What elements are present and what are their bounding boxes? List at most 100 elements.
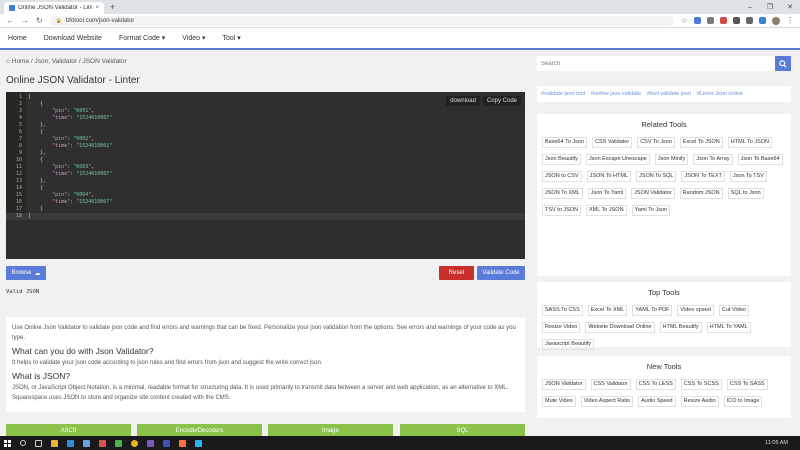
top-tool-link[interactable]: HTML Beautify bbox=[659, 322, 702, 333]
task-view-icon[interactable] bbox=[35, 439, 42, 447]
related-tool-link[interactable]: Base64 To Json bbox=[542, 137, 588, 148]
extension-icon[interactable] bbox=[707, 17, 714, 24]
new-tool-link[interactable]: CSS To LESS bbox=[635, 379, 676, 390]
extension-icon[interactable] bbox=[733, 17, 740, 24]
store-icon[interactable] bbox=[83, 439, 90, 447]
windows-start-icon[interactable] bbox=[4, 439, 11, 447]
minimize-button[interactable]: – bbox=[740, 0, 760, 14]
extension-icon[interactable] bbox=[759, 17, 766, 24]
new-tool-link[interactable]: JSON Validator bbox=[542, 379, 586, 390]
tag-link[interactable]: #online json validate bbox=[591, 91, 641, 97]
new-tool-link[interactable]: ICO to Image bbox=[723, 396, 763, 407]
search-button[interactable] bbox=[775, 56, 791, 71]
related-tool-link[interactable]: Json Beautify bbox=[542, 154, 582, 165]
related-tool-link[interactable]: XML To JSON bbox=[586, 205, 627, 216]
top-tool-link[interactable]: HTML To YAML bbox=[706, 322, 751, 333]
app-icon[interactable] bbox=[163, 439, 170, 447]
related-tool-link[interactable]: Json Escape Unescape bbox=[586, 154, 650, 165]
edge-icon[interactable] bbox=[67, 439, 74, 447]
star-icon[interactable]: ☆ bbox=[681, 16, 688, 25]
top-tool-link[interactable]: Excel To XML bbox=[587, 305, 628, 316]
chrome-icon[interactable] bbox=[131, 439, 138, 447]
puzzle-icon[interactable] bbox=[746, 17, 753, 24]
related-tool-link[interactable]: TSV to JSON bbox=[542, 205, 582, 216]
menu-dots-icon[interactable]: ⋮ bbox=[786, 16, 794, 25]
search-icon[interactable] bbox=[20, 440, 26, 446]
nav-video[interactable]: Video ▾ bbox=[182, 34, 205, 42]
search-input[interactable] bbox=[537, 56, 775, 71]
app-icon[interactable] bbox=[147, 439, 154, 447]
copy-code-button[interactable]: Copy Code bbox=[482, 96, 521, 106]
forward-arrow-icon[interactable]: → bbox=[21, 16, 29, 25]
related-tool-link[interactable]: Random JSON bbox=[679, 188, 723, 199]
json-value: "0004" bbox=[73, 192, 92, 198]
related-tool-link[interactable]: Json To Array bbox=[693, 154, 733, 165]
nav-format-code[interactable]: Format Code ▾ bbox=[119, 34, 165, 42]
related-tool-link[interactable]: HTML To JSON bbox=[727, 137, 772, 148]
top-tool-link[interactable]: SASS To CSS bbox=[542, 305, 583, 316]
ascii-button[interactable]: ASCII bbox=[6, 424, 131, 436]
new-tool-link[interactable]: Video Aspect Ratio bbox=[580, 396, 634, 407]
top-tool-link[interactable]: YAML To PDF bbox=[632, 305, 673, 316]
app-icon[interactable] bbox=[115, 439, 122, 447]
nav-download-website[interactable]: Download Website bbox=[44, 35, 102, 42]
top-tool-link[interactable]: Javascript Beautify bbox=[542, 339, 595, 350]
code-line: 11 "pin": "0003", bbox=[6, 164, 525, 171]
breadcrumb-home[interactable]: Home bbox=[12, 58, 29, 65]
maximize-button[interactable]: ❐ bbox=[760, 0, 780, 14]
image-button[interactable]: Image bbox=[268, 424, 393, 436]
new-tool-link[interactable]: Audio Speed bbox=[638, 396, 676, 407]
url-field[interactable]: 🔒 bfotool.com/json-validator bbox=[49, 15, 674, 26]
validate-code-button[interactable]: Validate Code bbox=[477, 266, 525, 280]
code-editor[interactable]: 1[2 {3 "pin": "0001", 4 "time": "15240100… bbox=[6, 92, 525, 259]
back-arrow-icon[interactable]: ← bbox=[6, 16, 14, 25]
file-explorer-icon[interactable] bbox=[51, 439, 58, 447]
sql-button[interactable]: SQL bbox=[400, 424, 525, 436]
related-tool-link[interactable]: JSON to CSV bbox=[542, 171, 582, 182]
reload-icon[interactable]: ↻ bbox=[36, 16, 43, 25]
profile-avatar[interactable] bbox=[772, 16, 780, 25]
close-window-button[interactable]: ✕ bbox=[780, 0, 800, 14]
top-tool-link[interactable]: Resize Video bbox=[542, 322, 581, 333]
nav-home[interactable]: Home bbox=[8, 35, 27, 42]
app-icon[interactable] bbox=[99, 439, 106, 447]
related-tool-link[interactable]: CSV To Json bbox=[637, 137, 675, 148]
new-tool-link[interactable]: CSS Validator bbox=[590, 379, 631, 390]
encode-decoders-button[interactable]: Encode/Decoders bbox=[137, 424, 262, 436]
related-tool-link[interactable]: Json Minify bbox=[654, 154, 689, 165]
related-tool-link[interactable]: Json To Base64 bbox=[737, 154, 783, 165]
related-tool-link[interactable]: CSS Validator bbox=[592, 137, 633, 148]
related-tool-link[interactable]: JSON To HTML bbox=[586, 171, 632, 182]
related-tool-link[interactable]: SQL to Json bbox=[727, 188, 764, 199]
download-button[interactable]: download bbox=[446, 96, 480, 106]
top-tool-link[interactable]: Cut Video bbox=[718, 305, 749, 316]
extension-icon[interactable] bbox=[694, 17, 701, 24]
app-icon[interactable] bbox=[195, 439, 202, 447]
related-tool-link[interactable]: JSON To TEXT bbox=[681, 171, 725, 182]
extension-icon[interactable] bbox=[720, 17, 727, 24]
browse-button[interactable]: Browse ☁ bbox=[6, 266, 46, 280]
related-tool-link[interactable]: Excel To JSON bbox=[679, 137, 723, 148]
nav-tool[interactable]: Tool ▾ bbox=[223, 34, 241, 42]
reset-button[interactable]: Reset bbox=[439, 266, 474, 280]
new-tab-button[interactable]: + bbox=[110, 2, 115, 12]
related-tool-link[interactable]: JSON Validator bbox=[631, 188, 675, 199]
tag-link[interactable]: #validate json tool bbox=[541, 91, 585, 97]
tab-close-icon[interactable]: × bbox=[95, 5, 99, 11]
related-tool-link[interactable]: JSON To SQL bbox=[636, 171, 677, 182]
related-tool-link[interactable]: JSON To XML bbox=[542, 188, 583, 199]
tag-link[interactable]: #tool validate json bbox=[647, 91, 691, 97]
related-tool-link[interactable]: Json To Yaml bbox=[587, 188, 627, 199]
browser-tab[interactable]: Online JSON Validator - Linter × bbox=[4, 2, 104, 14]
new-tool-link[interactable]: CSS To SCSS bbox=[680, 379, 722, 390]
breadcrumb-section[interactable]: Json, Validator bbox=[35, 58, 78, 65]
new-tool-link[interactable]: CSS To SASS bbox=[726, 379, 768, 390]
top-tool-link[interactable]: Website Download Online bbox=[585, 322, 655, 333]
app-icon[interactable] bbox=[179, 439, 186, 447]
new-tool-link[interactable]: Mute Video bbox=[542, 396, 576, 407]
related-tool-link[interactable]: Json To TSV bbox=[729, 171, 767, 182]
top-tool-link[interactable]: Video speed bbox=[677, 305, 714, 316]
related-tool-link[interactable]: Yaml To Json bbox=[631, 205, 671, 216]
tag-link[interactable]: #Linter Json online bbox=[697, 91, 743, 97]
new-tool-link[interactable]: Resize Audio bbox=[680, 396, 719, 407]
